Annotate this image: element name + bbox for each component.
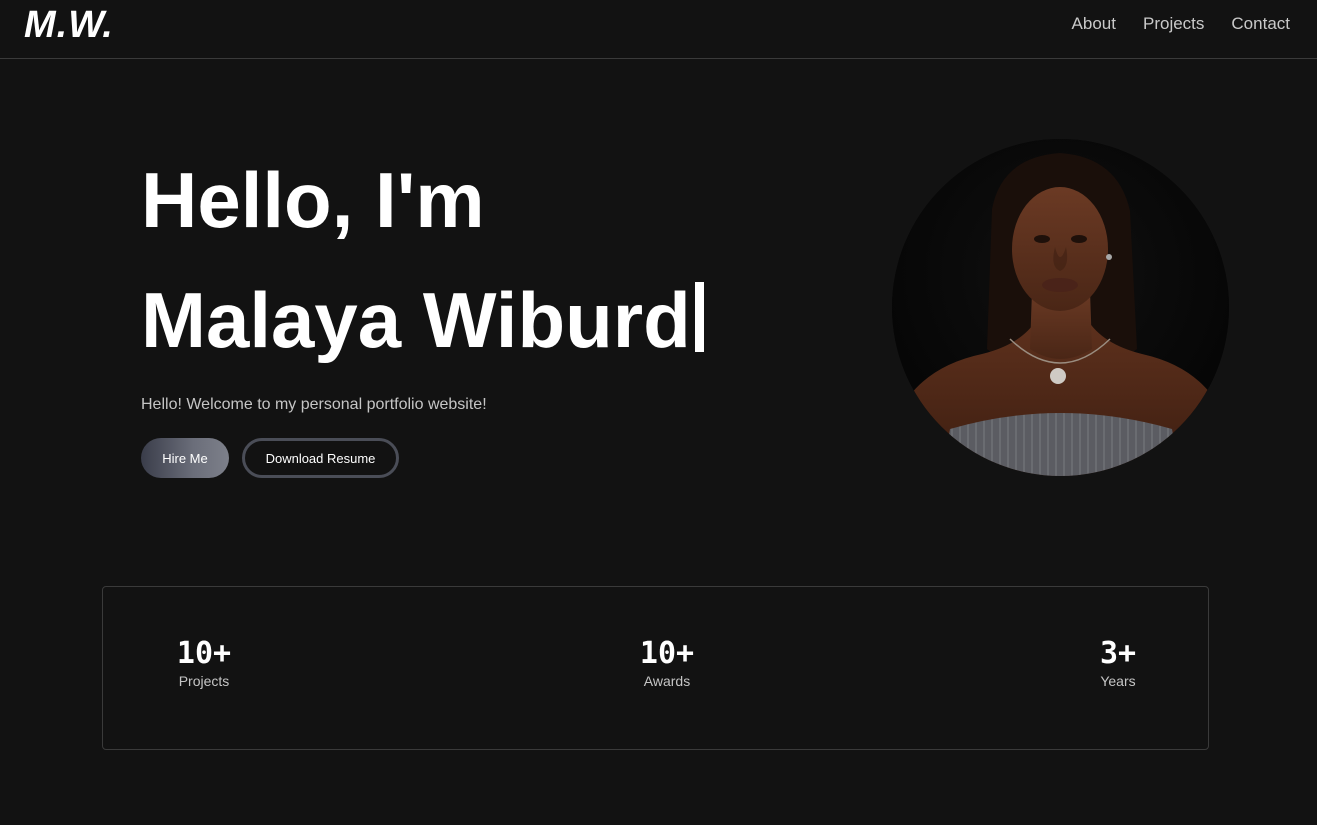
stat-value: 10+ bbox=[639, 636, 695, 671]
profile-photo bbox=[892, 139, 1229, 476]
stat-value: 3+ bbox=[1099, 636, 1137, 671]
stat-label: Years bbox=[1100, 673, 1136, 689]
stat-value: 10+ bbox=[176, 636, 232, 671]
nav-link-contact[interactable]: Contact bbox=[1231, 14, 1290, 34]
stats-panel: 10+ Projects 10+ Awards 3+ Years bbox=[102, 586, 1209, 750]
stat-label: Projects bbox=[178, 673, 230, 689]
stat-years: 3+ Years bbox=[1099, 636, 1137, 690]
site-logo[interactable]: M.W. bbox=[24, 4, 114, 47]
hero-name-line: Malaya Wiburd bbox=[141, 281, 704, 359]
stat-awards: 10+ Awards bbox=[639, 636, 695, 690]
hero-subtitle: Hello! Welcome to my personal portfolio … bbox=[141, 396, 487, 413]
nav-link-projects[interactable]: Projects bbox=[1143, 14, 1204, 34]
hire-me-button[interactable]: Hire Me bbox=[141, 438, 229, 478]
nav-link-about[interactable]: About bbox=[1072, 14, 1116, 34]
hero-greeting: Hello, I'm bbox=[141, 156, 485, 244]
hero-name: Malaya Wiburd bbox=[141, 276, 691, 364]
navbar: M.W. About Projects Contact bbox=[0, 0, 1317, 59]
download-resume-button[interactable]: Download Resume bbox=[242, 438, 399, 478]
profile-photo-illustration bbox=[892, 139, 1229, 476]
nav-links: About Projects Contact bbox=[1072, 14, 1290, 34]
stat-projects: 10+ Projects bbox=[176, 636, 232, 690]
stat-label: Awards bbox=[643, 673, 691, 689]
typing-cursor bbox=[694, 282, 704, 352]
